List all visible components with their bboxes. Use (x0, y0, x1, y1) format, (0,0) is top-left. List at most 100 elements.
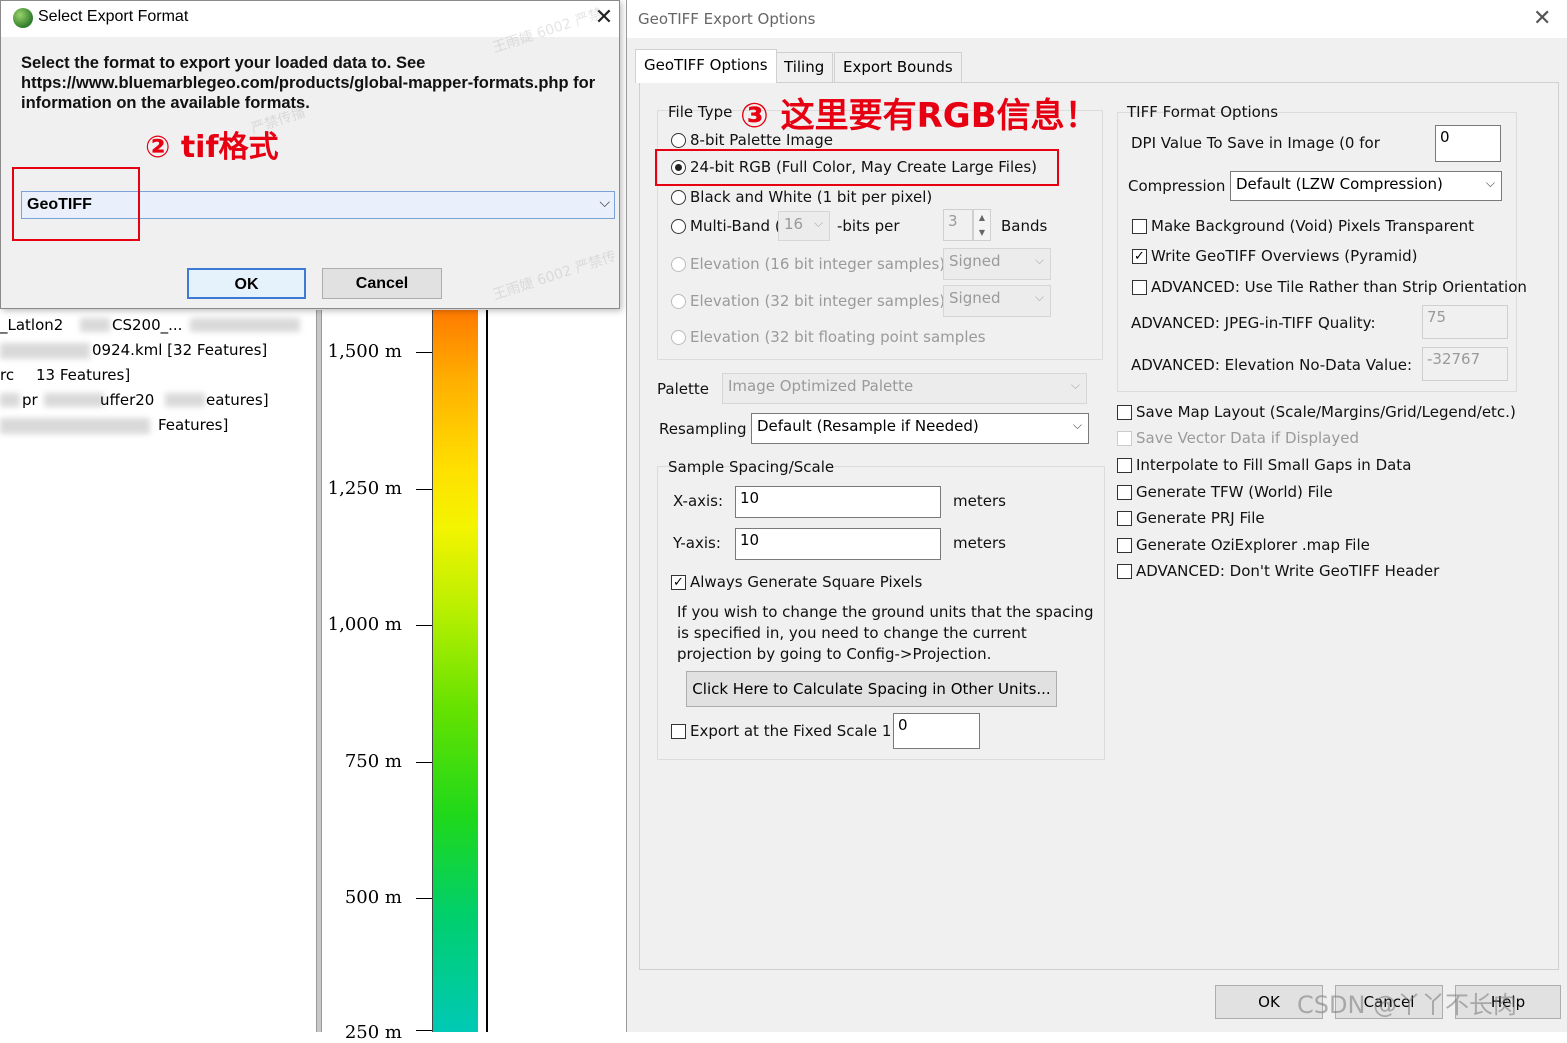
chevron-down-icon: ⌵ (1034, 253, 1044, 267)
save-map-layout-checkbox[interactable] (1117, 405, 1132, 420)
blurred-text (0, 343, 90, 359)
dpi-input[interactable]: 0 (1435, 125, 1501, 162)
legend-tick-label: 750 m (344, 751, 402, 772)
radio-black-white[interactable] (671, 190, 686, 205)
nodata-input[interactable]: -32767 (1422, 347, 1508, 381)
signed-select-32[interactable]: Signed ⌵ (943, 285, 1051, 317)
globe-icon (13, 8, 33, 28)
legend-tick-label: 500 m (344, 887, 402, 908)
ok-button[interactable]: OK (187, 268, 306, 299)
interpolate-checkbox[interactable] (1117, 458, 1132, 473)
option-label: Generate OziExplorer .map File (1136, 536, 1370, 554)
legend-tick (416, 1030, 432, 1031)
csdn-watermark: CSDN @丫丫不长肉 (1297, 991, 1518, 1019)
ozi-map-checkbox[interactable] (1117, 538, 1132, 553)
compression-value: Default (LZW Compression) (1236, 175, 1443, 193)
legend-tick (416, 762, 432, 763)
resampling-select[interactable]: Default (Resample if Needed) ⌵ (751, 413, 1089, 444)
option-label: ADVANCED: Don't Write GeoTIFF Header (1136, 562, 1440, 580)
elevation-color-bar (432, 310, 478, 1032)
layer-name: rc (0, 366, 15, 384)
layer-name: 0924.kml [32 Features] (92, 341, 268, 359)
dpi-label: DPI Value To Save in Image (0 for (1131, 134, 1380, 152)
chevron-down-icon: ⌵ (1070, 378, 1080, 392)
no-geotiff-header-checkbox[interactable] (1117, 564, 1132, 579)
tab-geotiff-options[interactable]: GeoTIFF Options (635, 49, 777, 83)
bits-label: -bits per (837, 217, 900, 235)
bits-select[interactable]: 16 ⌵ (778, 211, 830, 241)
dialog-title: Select Export Format (38, 8, 189, 25)
compression-select[interactable]: Default (LZW Compression) ⌵ (1230, 171, 1502, 201)
radio-label: Elevation (16 bit integer samples) (690, 255, 946, 273)
resampling-value: Default (Resample if Needed) (757, 417, 979, 435)
radio-elevation-32bit[interactable] (671, 294, 686, 309)
x-axis-input[interactable]: 10 (735, 486, 941, 518)
close-icon[interactable]: ✕ (1533, 6, 1551, 31)
layer-item[interactable]: _Latlon2 CS200_... (0, 316, 300, 334)
layer-name: _Latlon2 (0, 316, 64, 334)
tiff-format-label: TIFF Format Options (1127, 103, 1279, 121)
chevron-down-icon: ⌵ (1072, 418, 1082, 432)
dialog-title: GeoTIFF Export Options (638, 10, 816, 28)
overviews-label: Write GeoTIFF Overviews (Pyramid) (1151, 247, 1418, 265)
radio-multi-band[interactable] (671, 219, 686, 234)
jpeg-quality-input[interactable]: 75 (1422, 305, 1508, 339)
chevron-down-icon: ⌵ (1034, 290, 1044, 304)
annotation-box-format (12, 167, 140, 241)
bands-stepper[interactable]: 3 (943, 209, 973, 241)
layer-name: Features] (158, 416, 229, 434)
bands-value: 3 (948, 212, 958, 230)
radio-elevation-float[interactable] (671, 330, 686, 345)
legend-tick (416, 352, 432, 353)
tab-export-bounds[interactable]: Export Bounds (834, 52, 962, 82)
legend-tick (416, 625, 432, 626)
y-axis-input[interactable]: 10 (735, 528, 941, 560)
tfw-checkbox[interactable] (1117, 485, 1132, 500)
palette-value: Image Optimized Palette (728, 377, 914, 395)
palette-label: Palette (657, 380, 709, 398)
square-pixels-checkbox[interactable]: ✓ (671, 575, 686, 590)
tab-tiling[interactable]: Tiling (775, 52, 834, 82)
radio-label: Elevation (32 bit floating point samples (690, 328, 986, 346)
signed-value: Signed (949, 289, 1001, 307)
layer-item[interactable]: rc 13 Features] (0, 366, 130, 384)
legend-border (486, 310, 488, 1032)
radio-label: Elevation (32 bit integer samples) (690, 292, 946, 310)
nodata-label: ADVANCED: Elevation No-Data Value: (1131, 356, 1413, 374)
blurred-text (0, 418, 150, 434)
dialog-titlebar[interactable]: GeoTIFF Export Options ✕ (627, 0, 1567, 38)
tile-orientation-checkbox[interactable] (1132, 280, 1147, 295)
square-pixels-label: Always Generate Square Pixels (690, 573, 923, 591)
legend-tick-label: 1,000 m (327, 614, 402, 635)
palette-select[interactable]: Image Optimized Palette ⌵ (722, 373, 1087, 404)
calculate-spacing-button[interactable]: Click Here to Calculate Spacing in Other… (686, 671, 1057, 707)
jpeg-quality-label: ADVANCED: JPEG-in-TIFF Quality: (1131, 314, 1376, 332)
layer-name: pr (22, 391, 38, 409)
bg-transparent-checkbox[interactable] (1132, 219, 1147, 234)
prj-checkbox[interactable] (1117, 511, 1132, 526)
fixed-scale-checkbox[interactable] (671, 724, 686, 739)
panel-splitter[interactable] (316, 310, 322, 1032)
blurred-text (44, 393, 104, 407)
bg-transparent-label: Make Background (Void) Pixels Transparen… (1151, 217, 1475, 235)
chevron-down-icon[interactable]: ⌵ (599, 195, 610, 211)
annotation-box-rgb (655, 149, 1059, 186)
signed-select-16[interactable]: Signed ⌵ (943, 248, 1051, 280)
compression-label: Compression (1128, 177, 1226, 195)
overviews-checkbox[interactable]: ✓ (1132, 249, 1147, 264)
blurred-text (80, 318, 110, 332)
layer-name: uffer20 (100, 391, 155, 409)
fixed-scale-input[interactable]: 0 (893, 713, 980, 749)
radio-elevation-16bit[interactable] (671, 257, 686, 272)
chevron-down-icon: ⌵ (1485, 176, 1495, 190)
save-vector-checkbox[interactable] (1117, 431, 1132, 446)
y-axis-unit: meters (953, 534, 1006, 552)
y-axis-label: Y-axis: (673, 534, 721, 552)
stepper-arrows-icon[interactable]: ▲ ▼ (973, 209, 991, 241)
cancel-button[interactable]: Cancel (322, 268, 442, 299)
radio-8bit-palette[interactable] (671, 133, 686, 148)
layer-name: CS200_... (112, 316, 183, 334)
annotation-step2: ② tif格式 (145, 130, 279, 165)
option-label: Save Vector Data if Displayed (1136, 429, 1359, 447)
annotation-step3: ③ 这里要有RGB信息！ (740, 96, 1099, 136)
